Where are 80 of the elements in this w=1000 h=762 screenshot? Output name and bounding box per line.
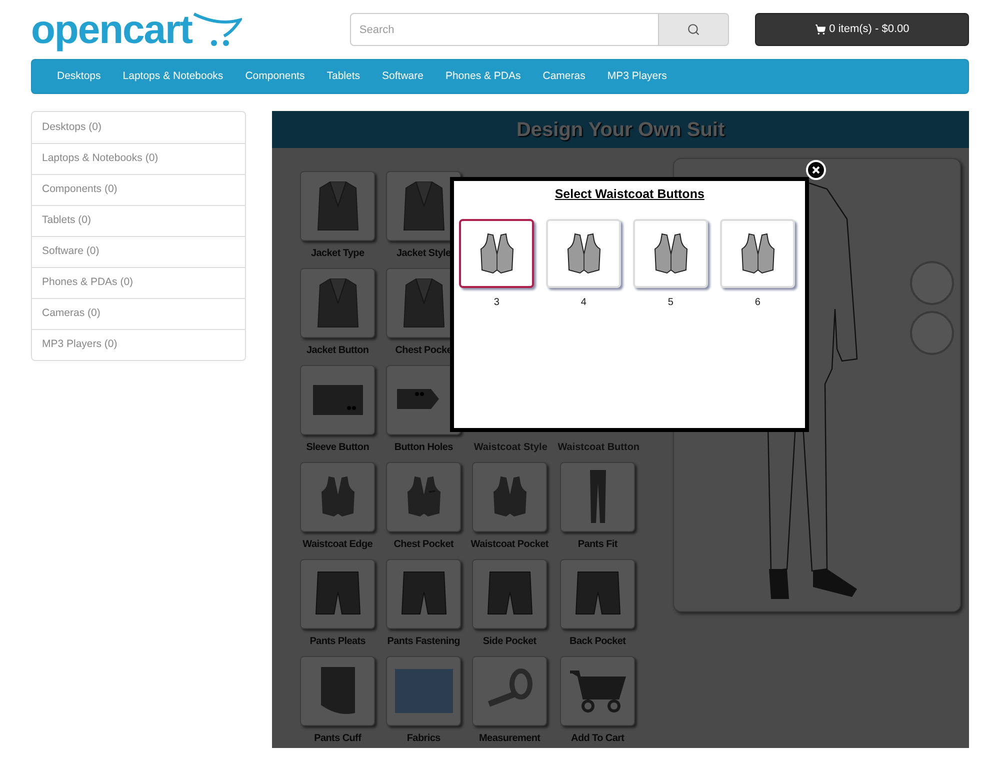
option-tile[interactable] bbox=[560, 462, 636, 532]
choice-tile[interactable] bbox=[459, 219, 534, 288]
shopping-cart-icon bbox=[568, 668, 628, 714]
category-item[interactable]: MP3 Players (0) bbox=[32, 329, 246, 360]
option-tile[interactable] bbox=[300, 559, 376, 629]
cart-icon bbox=[815, 24, 826, 35]
option-label: Waistcoat Style bbox=[474, 441, 548, 455]
modal-title: Select Waistcoat Buttons bbox=[554, 187, 704, 201]
option-label: Pants Cuff bbox=[314, 732, 362, 746]
menu-link[interactable]: Desktops bbox=[46, 68, 112, 84]
option-label: Add To Cart bbox=[571, 732, 624, 746]
option-label: Pants Fit bbox=[578, 538, 618, 552]
search-field[interactable]: Search bbox=[350, 13, 660, 46]
option-label: Back Pocket bbox=[570, 635, 626, 649]
jacket-icon bbox=[316, 180, 360, 232]
choice-label: 5 bbox=[668, 296, 674, 310]
category-item[interactable]: Phones & PDAs (0) bbox=[32, 267, 246, 298]
fabric-swatch bbox=[394, 669, 453, 713]
option-tile[interactable] bbox=[472, 559, 548, 629]
waistcoat-icon bbox=[492, 475, 528, 519]
category-item[interactable]: Cameras (0) bbox=[32, 298, 246, 329]
menu-link[interactable]: MP3 Players bbox=[596, 68, 678, 84]
option-label: Jacket Type bbox=[311, 247, 364, 261]
option-tile[interactable] bbox=[560, 656, 636, 726]
option-label: Jacket Button bbox=[306, 344, 369, 358]
designer-title: Design Your Own Suit bbox=[516, 118, 725, 142]
cart-button[interactable]: 0 item(s) - $0.00 bbox=[755, 13, 969, 46]
option-tile[interactable] bbox=[472, 656, 548, 726]
cart-swoosh-icon bbox=[192, 12, 242, 48]
option-tile[interactable] bbox=[300, 171, 376, 241]
option-label: Pants Fastening bbox=[387, 635, 460, 649]
jacket-icon bbox=[402, 180, 446, 232]
option-tile[interactable] bbox=[560, 559, 636, 629]
category-item[interactable]: Desktops (0) bbox=[32, 112, 246, 143]
option-tile[interactable] bbox=[300, 462, 376, 532]
waistcoat-icon bbox=[478, 232, 515, 276]
option-label: Sleeve Button bbox=[306, 441, 370, 455]
menu-link[interactable]: Tablets bbox=[316, 68, 372, 84]
option-tile[interactable] bbox=[472, 462, 548, 532]
option-label: Waistcoat Pocket bbox=[470, 538, 548, 552]
rotate-view-button[interactable] bbox=[910, 261, 954, 305]
menu-link[interactable]: Components bbox=[234, 68, 316, 84]
menu-link[interactable]: Cameras bbox=[532, 68, 596, 84]
option-tile[interactable] bbox=[386, 656, 462, 726]
jacket-icon bbox=[402, 277, 446, 329]
option-label: Chest Pocket bbox=[394, 538, 454, 552]
option-tile[interactable] bbox=[300, 365, 376, 435]
choice-label: 6 bbox=[754, 296, 760, 310]
trousers-icon bbox=[588, 469, 608, 525]
menu-link[interactable]: Software bbox=[371, 68, 434, 84]
option-tile[interactable] bbox=[300, 656, 376, 726]
choice-label: 4 bbox=[580, 296, 586, 310]
category-item[interactable]: Laptops & Notebooks (0) bbox=[32, 143, 246, 174]
option-label: Jacket Style bbox=[396, 247, 451, 261]
close-up-view-button[interactable] bbox=[910, 311, 954, 355]
search-button[interactable] bbox=[659, 13, 730, 46]
choice-label: 3 bbox=[494, 296, 500, 310]
option-label: Waistcoat Button bbox=[558, 441, 640, 455]
jacket-icon bbox=[316, 277, 360, 329]
option-tile[interactable] bbox=[386, 462, 462, 532]
option-label: Pants Pleats bbox=[310, 635, 366, 649]
category-item[interactable]: Tablets (0) bbox=[32, 205, 246, 236]
waistcoat-icon bbox=[320, 475, 356, 519]
waistcoat-icon bbox=[406, 475, 442, 519]
menu-link[interactable]: Phones & PDAs bbox=[434, 68, 532, 84]
waistcoat-icon bbox=[652, 232, 689, 276]
waistcoat-icon bbox=[740, 232, 776, 276]
option-tile[interactable] bbox=[300, 268, 376, 338]
option-label: Waistcoat Edge bbox=[302, 538, 373, 552]
search-icon bbox=[687, 23, 700, 36]
category-item[interactable]: Software (0) bbox=[32, 236, 246, 267]
waistcoat-icon bbox=[566, 232, 602, 276]
option-label: Fabrics bbox=[406, 732, 440, 746]
option-label: Side Pocket bbox=[482, 635, 536, 649]
option-label: Measurement bbox=[479, 732, 540, 746]
option-tile[interactable] bbox=[386, 559, 462, 629]
option-label: Button Holes bbox=[394, 441, 453, 455]
menu-link[interactable]: Laptops & Notebooks bbox=[112, 68, 234, 84]
logo-text[interactable]: opencart bbox=[31, 10, 192, 50]
category-item[interactable]: Components (0) bbox=[32, 174, 246, 205]
